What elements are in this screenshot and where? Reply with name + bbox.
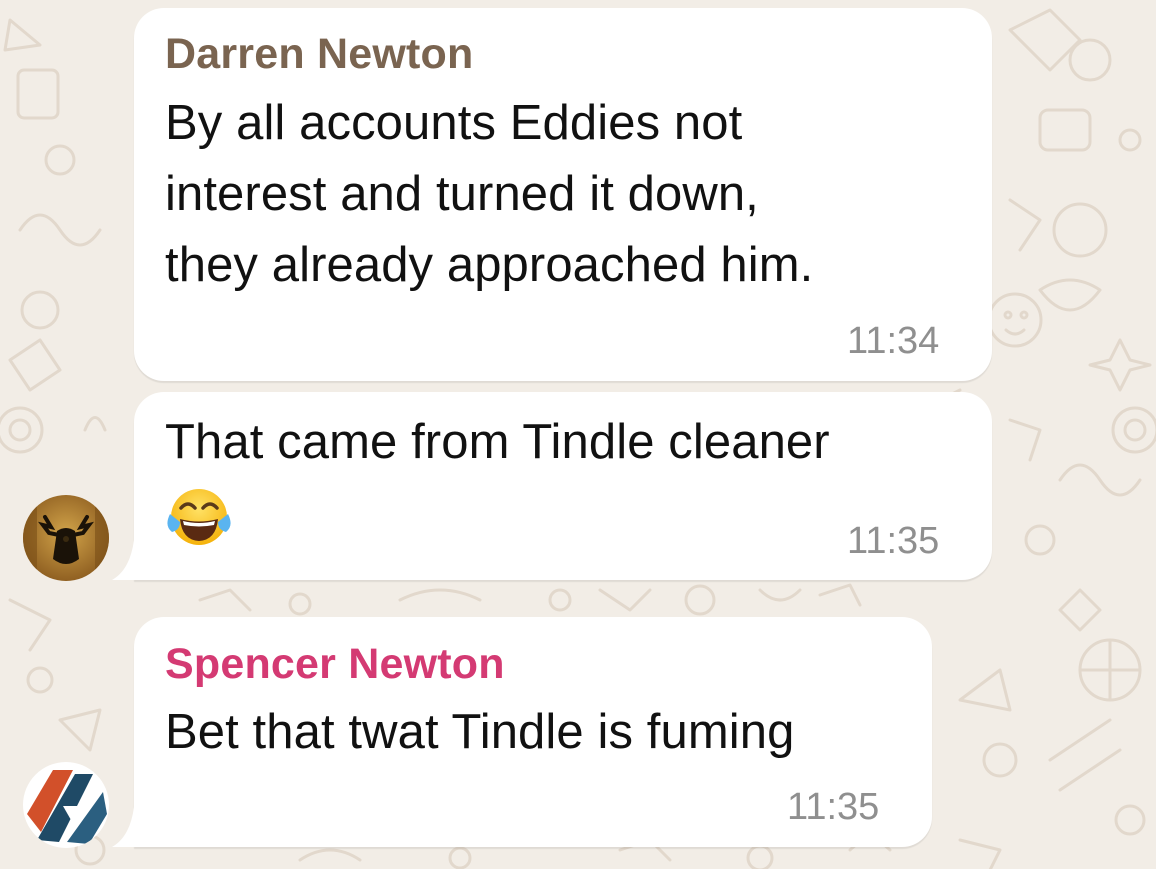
face-with-tears-of-joy-icon — [167, 489, 231, 545]
message-timestamp: 11:35 — [787, 786, 880, 828]
moose-head-icon — [23, 495, 109, 581]
bubble-tail — [112, 540, 134, 580]
logo-icon — [23, 762, 109, 848]
message-timestamp: 11:35 — [847, 520, 940, 562]
message-text-line: That came from Tindle cleaner — [165, 415, 830, 469]
message-text-line: By all accounts Eddies not — [165, 96, 743, 150]
bubble-tail — [112, 807, 134, 847]
message-text-line: Bet that twat Tindle is fuming — [165, 705, 795, 759]
message-text-line: they already approached him. — [165, 238, 814, 292]
sender-name: Darren Newton — [165, 30, 474, 78]
blue-orange-logo-avatar[interactable] — [23, 762, 109, 848]
sender-name: Spencer Newton — [165, 640, 505, 688]
moose-head-avatar[interactable] — [23, 495, 109, 581]
message-text-line: interest and turned it down, — [165, 167, 759, 221]
message-timestamp: 11:34 — [847, 320, 940, 362]
